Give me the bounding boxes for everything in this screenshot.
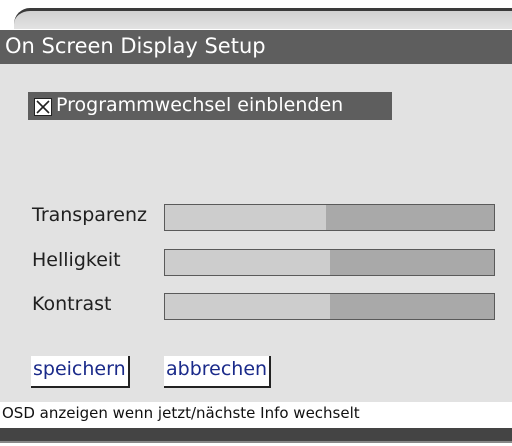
window-title: On Screen Display Setup	[5, 34, 266, 58]
slider-label-transparenz: Transparenz	[32, 204, 148, 226]
checkmark-x-icon	[36, 100, 50, 114]
slider-helligkeit[interactable]	[164, 249, 495, 276]
programmwechsel-checkbox-row[interactable]: Programmwechsel einblenden	[28, 92, 392, 120]
top-frame	[0, 0, 512, 30]
checkbox-label: Programmwechsel einblenden	[56, 94, 344, 116]
bottom-frame	[0, 428, 512, 446]
save-button[interactable]: speichern	[31, 356, 130, 388]
status-bar: OSD anzeigen wenn jetzt/nächste Info wec…	[0, 402, 512, 428]
checkbox[interactable]	[34, 98, 52, 116]
slider-fill	[165, 250, 330, 275]
slider-label-kontrast: Kontrast	[32, 293, 112, 315]
slider-transparenz[interactable]	[164, 204, 495, 231]
status-text: OSD anzeigen wenn jetzt/nächste Info wec…	[2, 404, 360, 422]
slider-fill	[165, 205, 327, 230]
slider-label-helligkeit: Helligkeit	[32, 249, 121, 271]
settings-panel: Programmwechsel einblenden Transparenz H…	[0, 64, 512, 402]
frame-border-top	[14, 8, 512, 29]
slider-kontrast[interactable]	[164, 293, 495, 320]
frame-border-bottom	[0, 428, 512, 443]
title-bar: On Screen Display Setup	[0, 30, 512, 64]
slider-fill	[165, 294, 330, 319]
cancel-button[interactable]: abbrechen	[164, 356, 272, 388]
